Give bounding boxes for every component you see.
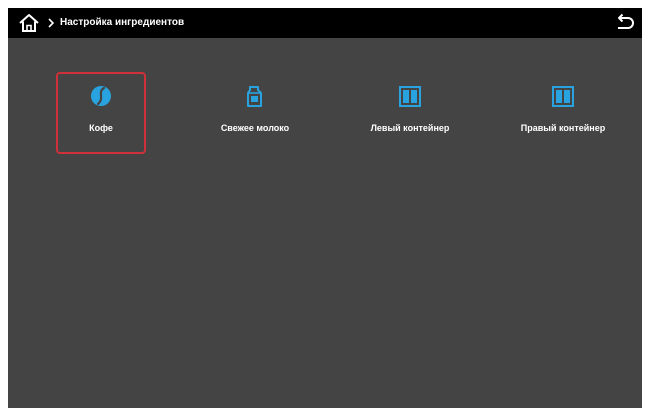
container-icon <box>551 84 575 108</box>
tile-label: Правый контейнер <box>520 123 606 133</box>
breadcrumb-title: Настройка ингредиентов <box>60 17 185 28</box>
tile-fresh-milk[interactable]: Свежее молоко <box>210 72 300 154</box>
tile-label: Левый контейнер <box>370 123 450 133</box>
back-icon[interactable] <box>614 13 636 33</box>
tile-left-container[interactable]: Левый контейнер <box>365 72 455 154</box>
screen: Настройка ингредиентов Кофе Свежее молок… <box>8 8 642 408</box>
tile-label: Свежее молоко <box>220 123 290 133</box>
tile-right-container[interactable]: Правый контейнер <box>518 72 608 154</box>
coffee-bean-icon <box>89 84 113 108</box>
milk-carton-icon <box>243 84 267 108</box>
top-bar: Настройка ингредиентов <box>8 8 642 38</box>
tile-label: Кофе <box>89 123 113 133</box>
tile-coffee[interactable]: Кофе <box>56 72 146 154</box>
container-icon <box>398 84 422 108</box>
home-icon[interactable] <box>18 13 40 33</box>
chevron-right-icon <box>46 15 56 31</box>
